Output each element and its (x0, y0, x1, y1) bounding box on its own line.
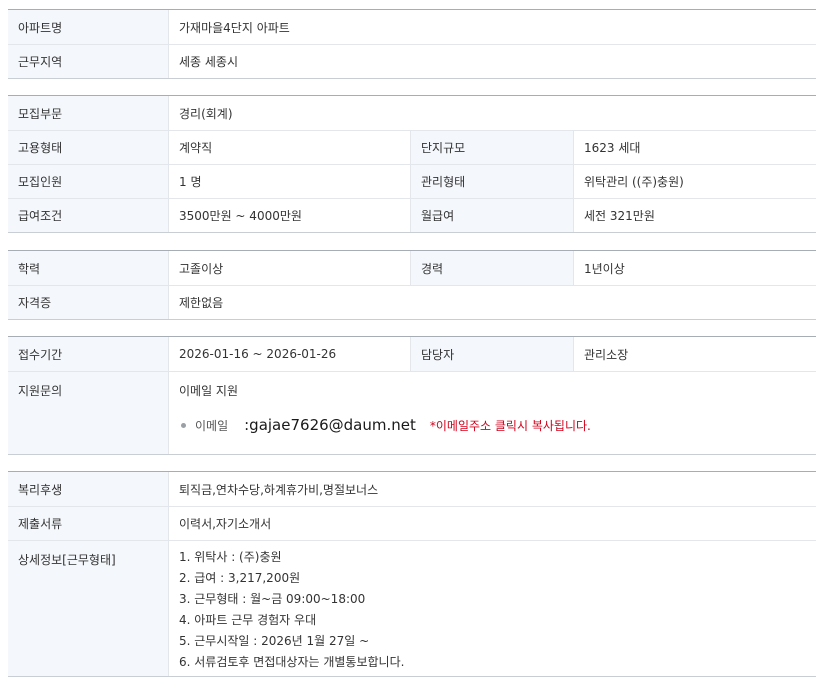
complex-size-label: 단지규모 (411, 131, 574, 164)
row-employment: 고용형태 계약직 단지규모 1623 세대 (8, 130, 816, 164)
career-label: 경력 (411, 251, 574, 285)
row-period: 접수기간 2026-01-16 ~ 2026-01-26 담당자 관리소장 (8, 337, 816, 371)
apartment-name-label: 아파트명 (8, 10, 169, 44)
mgmt-type-label: 관리형태 (411, 165, 574, 198)
row-benefits: 복리후생 퇴직금,연차수당,하계휴가비,명절보너스 (8, 472, 816, 506)
email-address-link[interactable]: :gajae7626@daum.net (244, 416, 416, 434)
education-label: 학력 (8, 251, 169, 285)
detail-cell: 1. 위탁사 : (주)충원 2. 급여 : 3,217,200원 3. 근무형… (169, 541, 816, 676)
detail-line: 2. 급여 : 3,217,200원 (179, 571, 301, 585)
row-documents: 제출서류 이력서,자기소개서 (8, 506, 816, 540)
row-education: 학력 고졸이상 경력 1년이상 (8, 251, 816, 285)
education-value: 고졸이상 (169, 251, 411, 285)
detail-line: 3. 근무형태 : 월~금 09:00~18:00 (179, 592, 366, 606)
salary-value: 3500만원 ~ 4000만원 (169, 199, 411, 232)
section-apartment: 아파트명 가재마을4단지 아파트 근무지역 세종 세종시 (8, 9, 816, 79)
detail-line: 4. 아파트 근무 경험자 우대 (179, 613, 317, 627)
email-copy-note: *이메일주소 클릭시 복사됩니다. (429, 418, 591, 433)
detail-list: 1. 위탁사 : (주)충원 2. 급여 : 3,217,200원 3. 근무형… (179, 547, 404, 673)
row-inquiry: 지원문의 이메일 지원 이메일 :gajae7626@daum.net *이메일… (8, 371, 816, 454)
benefits-value: 퇴직금,연차수당,하계휴가비,명절보너스 (179, 482, 379, 497)
section-application: 접수기간 2026-01-16 ~ 2026-01-26 담당자 관리소장 지원… (8, 336, 816, 455)
monthly-pay-label: 월급여 (411, 199, 574, 232)
inquiry-label: 지원문의 (8, 372, 169, 454)
employ-type-label: 고용형태 (8, 131, 169, 164)
employ-type-value: 계약직 (169, 131, 411, 164)
salary-label: 급여조건 (8, 199, 169, 232)
row-detail: 상세정보[근무형태] 1. 위탁사 : (주)충원 2. 급여 : 3,217,… (8, 540, 816, 676)
detail-label: 상세정보[근무형태] (8, 541, 169, 676)
benefits-label: 복리후생 (8, 472, 169, 506)
mgmt-type-value: 위탁관리 ((주)충원) (584, 175, 684, 189)
apartment-name-value: 가재마을4단지 아파트 (179, 20, 290, 35)
inquiry-value: 이메일 지원 (179, 384, 239, 398)
row-region: 근무지역 세종 세종시 (8, 44, 816, 78)
detail-line: 1. 위탁사 : (주)충원 (179, 550, 282, 564)
region-label: 근무지역 (8, 45, 169, 78)
section-details: 복리후생 퇴직금,연차수당,하계휴가비,명절보너스 제출서류 이력서,자기소개서… (8, 471, 816, 677)
documents-label: 제출서류 (8, 507, 169, 540)
manager-value: 관리소장 (584, 347, 629, 362)
headcount-label: 모집인원 (8, 165, 169, 198)
detail-line: 6. 서류검토후 면접대상자는 개별통보합니다. (179, 655, 405, 669)
documents-value: 이력서,자기소개서 (179, 517, 272, 531)
detail-line: 5. 근무시작일 : 2026년 1월 27일 ~ (179, 634, 370, 648)
inquiry-cell: 이메일 지원 이메일 :gajae7626@daum.net *이메일주소 클릭… (169, 372, 816, 454)
section-qualifications: 학력 고졸이상 경력 1년이상 자격증 제한없음 (8, 250, 816, 320)
complex-size-value: 1623 세대 (584, 141, 641, 155)
manager-label: 담당자 (411, 337, 574, 371)
license-value: 제한없음 (179, 296, 224, 310)
region-value: 세종 세종시 (179, 55, 239, 69)
period-value: 2026-01-16 ~ 2026-01-26 (169, 337, 411, 371)
headcount-value: 1 명 (169, 165, 411, 198)
career-value: 1년이상 (584, 261, 625, 276)
email-label: 이메일 (195, 418, 229, 433)
row-apartment-name: 아파트명 가재마을4단지 아파트 (8, 10, 816, 44)
email-line: 이메일 :gajae7626@daum.net *이메일주소 클릭시 복사됩니다… (181, 416, 591, 434)
license-label: 자격증 (8, 286, 169, 319)
period-label: 접수기간 (8, 337, 169, 371)
row-headcount: 모집인원 1 명 관리형태 위탁관리 ((주)충원) (8, 164, 816, 198)
row-recruit-dept: 모집부문 경리(회계) (8, 96, 816, 130)
recruit-dept-value: 경리(회계) (179, 106, 233, 121)
section-recruitment: 모집부문 경리(회계) 고용형태 계약직 단지규모 1623 세대 모집인원 1… (8, 95, 816, 233)
bullet-icon (181, 422, 186, 428)
recruit-dept-label: 모집부문 (8, 96, 169, 130)
row-salary: 급여조건 3500만원 ~ 4000만원 월급여 세전 321만원 (8, 198, 816, 232)
row-license: 자격증 제한없음 (8, 285, 816, 319)
monthly-pay-value: 세전 321만원 (584, 209, 655, 223)
